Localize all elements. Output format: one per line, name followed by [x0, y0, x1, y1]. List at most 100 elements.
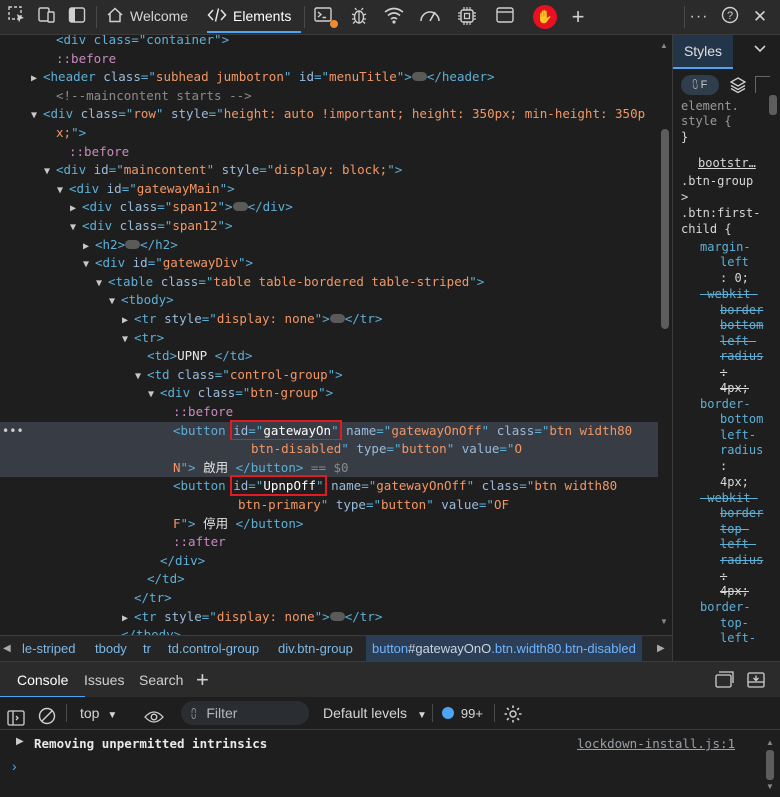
dom-node-line[interactable]: <td>UPNP </td>	[0, 347, 658, 366]
dom-node-line[interactable]: <button id="UpnpOff" name="gatewayOnOff"…	[0, 475, 658, 497]
style-rule-line[interactable]: child {	[681, 222, 732, 238]
network-wifi-icon[interactable]	[383, 6, 405, 28]
console-source-link[interactable]: lockdown-install.js:1	[577, 736, 735, 751]
style-rule-line[interactable]: border-	[700, 397, 751, 413]
breadcrumb-item[interactable]: td.control-group	[168, 636, 259, 662]
style-rule-line[interactable]: element.	[681, 99, 739, 115]
dock-drawer-icon[interactable]	[714, 671, 734, 694]
style-rule-line[interactable]: border	[720, 303, 763, 319]
dom-node-line[interactable]: ▶ <h2> </h2>	[0, 236, 658, 255]
styles-scroll-thumb[interactable]	[769, 95, 777, 115]
application-window-icon[interactable]	[494, 6, 516, 28]
console-filter-input[interactable]: ⩇ Filter	[181, 701, 309, 725]
console-scroll-thumb[interactable]	[766, 750, 774, 780]
collapsed-ellipsis-icon[interactable]	[125, 239, 141, 249]
styles-scrollbar[interactable]	[767, 93, 779, 661]
dom-node-line[interactable]: F"> 停用 </button>	[0, 515, 658, 534]
collapsed-ellipsis-icon[interactable]	[329, 314, 345, 323]
style-rule-line[interactable]: radius	[720, 443, 763, 459]
dom-node-line[interactable]: <!--maincontent starts -->	[0, 87, 658, 106]
dom-tree-scrollbar[interactable]: ▲ ▼	[658, 35, 672, 633]
style-rule-line[interactable]: left-	[720, 537, 756, 553]
scroll-down-arrow-icon[interactable]: ▼	[660, 617, 668, 626]
style-rule-line[interactable]: left-	[720, 428, 756, 444]
style-rule-line[interactable]: left	[720, 255, 749, 271]
selected-node-menu-icon[interactable]: •••	[2, 422, 24, 441]
breadcrumb-item[interactable]: tr	[143, 636, 151, 662]
expand-triangle-icon[interactable]: ▶	[16, 736, 24, 747]
collapsed-ellipsis-icon[interactable]	[329, 611, 345, 621]
sidebar-toggle-icon[interactable]	[7, 705, 25, 726]
undock-drawer-icon[interactable]	[746, 671, 766, 694]
scroll-up-arrow-icon[interactable]: ▲	[766, 738, 774, 747]
breadcrumb-item[interactable]: tbody	[95, 636, 127, 662]
dom-node-line[interactable]: ▼ <div id="gatewayMain">	[0, 180, 658, 199]
clear-console-icon[interactable]	[38, 704, 56, 725]
tab-issues[interactable]: Issues	[84, 662, 124, 698]
dom-node-line[interactable]: btn-primary" type="button" value="OF	[0, 496, 658, 515]
style-rule-line[interactable]: -webkit-	[700, 491, 758, 507]
dom-node-line[interactable]: </div>	[0, 552, 658, 571]
dom-node-line[interactable]: ▼ <div class="span12">	[0, 217, 658, 236]
dom-node-line[interactable]: ▼ <div id="gatewayDiv">	[0, 254, 658, 273]
breadcrumb-item[interactable]: div.btn-group	[278, 636, 353, 662]
tab-elements[interactable]: Elements	[207, 0, 302, 33]
style-rule-line[interactable]: : 0;	[720, 271, 749, 287]
eye-icon[interactable]	[144, 704, 164, 723]
dom-node-line[interactable]: <button id="gatewayOn" name="gatewayOnOf…	[0, 419, 658, 441]
dom-node-line[interactable]: ▶ <div class="span12"> </div>	[0, 198, 658, 217]
style-rule-line[interactable]: margin-	[700, 240, 751, 256]
tab-styles[interactable]: Styles	[673, 35, 733, 69]
dom-node-line[interactable]: x;">	[0, 124, 658, 143]
dom-node-line[interactable]: ::before	[0, 403, 658, 422]
dom-tree[interactable]: <div class="container">::before ▶ <header …	[0, 35, 658, 635]
style-rule-line[interactable]: 4px;	[720, 381, 749, 397]
collapsed-ellipsis-icon[interactable]	[411, 72, 427, 82]
style-rule-line[interactable]: border	[720, 506, 763, 522]
dom-tree-scroll-thumb[interactable]	[661, 129, 669, 329]
more-icon[interactable]: ···	[688, 6, 710, 28]
performance-gauge-icon[interactable]	[419, 6, 441, 28]
style-rule-line[interactable]: 4px;	[720, 584, 749, 600]
breadcrumb-active-item[interactable]: button#gatewayOnO.btn.width80.btn-disabl…	[366, 636, 642, 662]
style-rule-line[interactable]: top-	[720, 522, 749, 538]
style-rule-line[interactable]: bootstr…	[698, 156, 756, 172]
cpu-chip-icon[interactable]	[456, 6, 478, 28]
tab-search[interactable]: Search	[139, 662, 183, 698]
style-rule-line[interactable]: :	[720, 569, 727, 585]
style-rule-line[interactable]: }	[681, 130, 688, 146]
style-rule-line[interactable]: top-	[720, 616, 749, 632]
dom-node-line[interactable]: ▼ <div class="row" style="height: auto !i…	[0, 105, 658, 124]
style-rule-line[interactable]: left-	[720, 631, 756, 647]
console-scrollbar[interactable]: ▲ ▼	[764, 738, 776, 794]
dom-node-line[interactable]: </td>	[0, 570, 658, 589]
style-rule-line[interactable]: >	[681, 190, 688, 206]
style-rule-line[interactable]: left-	[720, 334, 756, 350]
gear-icon[interactable]	[503, 703, 523, 723]
dom-node-line[interactable]: </tr>	[0, 589, 658, 608]
tab-console[interactable]: Console	[0, 662, 86, 698]
style-rule-line[interactable]: style {	[681, 114, 732, 130]
collapsed-ellipsis-icon[interactable]	[232, 202, 248, 212]
style-rule-line[interactable]: bottom	[720, 412, 763, 428]
scroll-up-arrow-icon[interactable]: ▲	[660, 41, 668, 50]
breadcrumb-item[interactable]: le-striped	[22, 636, 75, 662]
breadcrumb-left-arrow-icon[interactable]: ◀	[3, 636, 11, 662]
dom-node-line[interactable]: ▼ <div id="maincontent" style="display: b…	[0, 161, 658, 180]
tab-welcome[interactable]: Welcome	[106, 0, 188, 33]
style-rule-line[interactable]: :	[720, 365, 727, 381]
new-rule-icon[interactable]	[755, 76, 770, 93]
style-rule-line[interactable]: 4px;	[720, 475, 749, 491]
dom-node-line[interactable]: ▼ <div class="btn-group">	[0, 384, 658, 403]
style-rule-line[interactable]: .btn:first-	[681, 206, 760, 222]
stop-hand-icon[interactable]: ✋	[533, 5, 557, 29]
dom-node-line[interactable]: ▶ <tr style="display: none"> </tr>	[0, 608, 658, 627]
dom-node-line[interactable]: N"> 啟用 </button> == $0	[0, 458, 658, 478]
style-rule-line[interactable]: bottom	[720, 318, 763, 334]
styles-filter[interactable]: ⩇ F	[681, 75, 719, 95]
help-icon[interactable]: ?	[719, 6, 741, 28]
style-rule-line[interactable]: :	[720, 459, 727, 475]
dom-node-line[interactable]: ▶ <tr style="display: none"> </tr>	[0, 310, 658, 329]
context-selector[interactable]: top ▼	[80, 697, 117, 729]
bug-icon[interactable]	[348, 6, 370, 28]
